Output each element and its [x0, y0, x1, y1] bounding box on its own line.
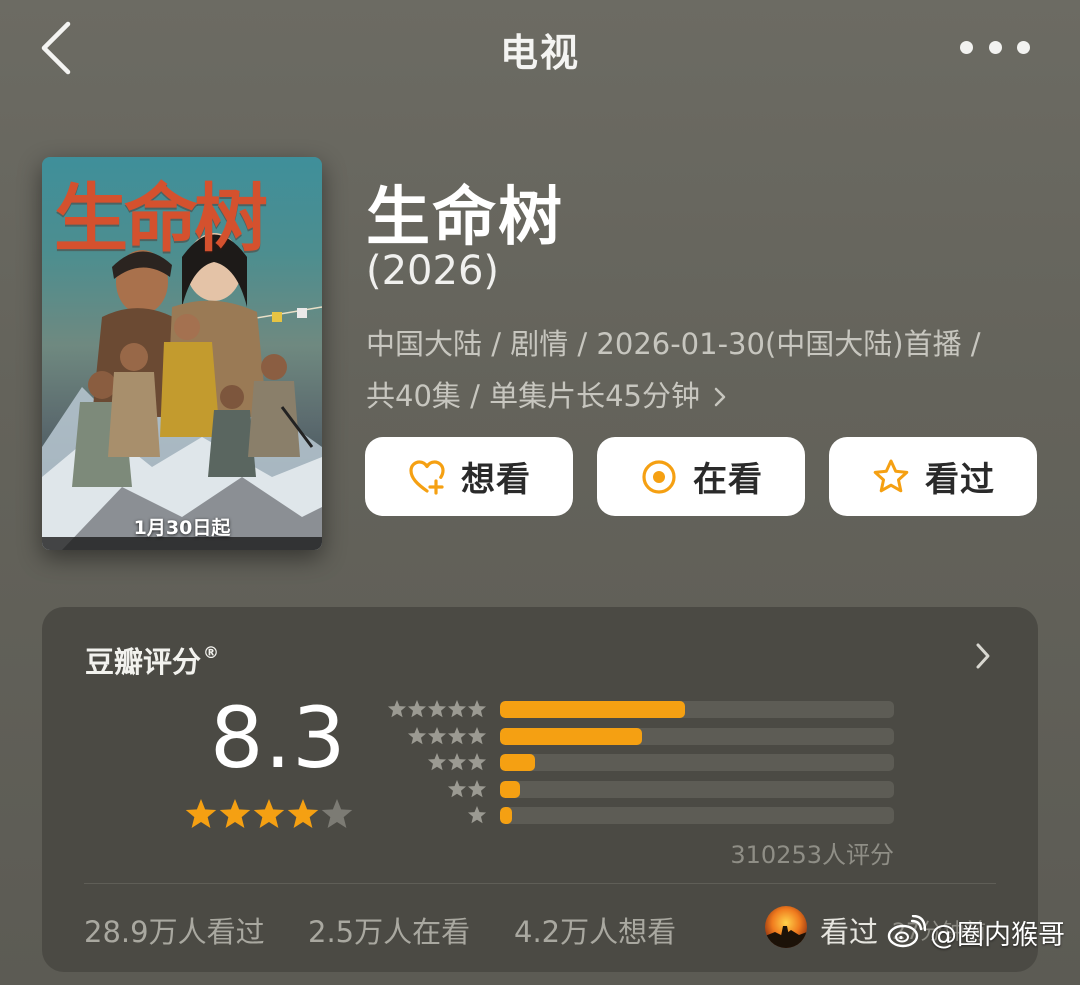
target-icon — [642, 459, 676, 494]
avatar-image — [765, 906, 807, 948]
small-star-icon — [447, 779, 467, 797]
heart-plus-icon — [409, 459, 445, 495]
distribution-stars-2 — [447, 779, 487, 797]
meta-line-2: 共40集 / 单集片长45分钟 — [366, 370, 1046, 422]
distribution-stars-3 — [427, 753, 487, 771]
rating-distribution — [387, 699, 897, 839]
poster-image[interactable]: 生命树 1月30日起 — [42, 157, 322, 550]
want-to-watch-label: 想看 — [461, 460, 531, 500]
small-star-icon — [467, 806, 487, 824]
distribution-bar-3-star — [500, 754, 536, 771]
watermark: @圈内猴哥 — [886, 912, 1065, 952]
page-title: 电视 — [499, 31, 580, 75]
distribution-bar-1-star — [500, 807, 512, 824]
distribution-stars-1 — [467, 806, 487, 824]
meta-line-2-text: 共40集 / 单集片长45分钟 — [366, 379, 701, 413]
distribution-stars-5 — [387, 700, 487, 718]
more-horizontal-icon — [960, 40, 973, 54]
want-to-watch-button[interactable]: 想看 — [365, 437, 573, 516]
distribution-track — [500, 701, 894, 718]
more-dot — [1017, 40, 1030, 54]
small-star-icon — [467, 700, 487, 718]
small-star-icon — [447, 726, 467, 744]
small-star-icon — [407, 726, 427, 744]
chevron-right-icon[interactable] — [972, 641, 994, 671]
chevron-right-icon[interactable] — [710, 386, 730, 408]
watched-label: 看过 — [925, 460, 995, 500]
small-star-icon — [427, 726, 447, 744]
distribution-track — [500, 780, 894, 798]
rating-title: 豆瓣评分 ® — [85, 639, 219, 681]
rating-stars — [185, 799, 353, 828]
more-dot — [988, 40, 1002, 54]
rating-count: 310253人评分 — [730, 841, 894, 869]
small-star-icon — [427, 700, 447, 718]
top-nav-bar: 电视 — [0, 0, 1080, 95]
friend-status: 看过 — [820, 915, 879, 949]
distribution-row-5-star — [387, 699, 897, 719]
distribution-track — [500, 754, 894, 771]
distribution-row-3-star — [387, 752, 897, 772]
show-title: 生命树 — [366, 181, 564, 255]
small-star-icon — [387, 700, 407, 718]
show-meta[interactable]: 中国大陆 / 剧情 / 2026-01-30(中国大陆)首播 / 共40集 / … — [366, 318, 1046, 422]
distribution-bar-2-star — [500, 780, 520, 798]
watching-button[interactable]: 在看 — [597, 437, 805, 516]
watching-label: 在看 — [693, 460, 763, 500]
more-options-button[interactable] — [960, 30, 1030, 64]
show-year: (2026) — [366, 248, 500, 294]
distribution-bar-4-star — [500, 727, 642, 745]
small-star-icon — [467, 779, 487, 797]
small-star-icon — [447, 753, 467, 771]
watched-button[interactable]: 看过 — [829, 437, 1037, 516]
meta-line-1: 中国大陆 / 剧情 / 2026-01-30(中国大陆)首播 / — [366, 327, 981, 361]
small-star-icon — [447, 700, 467, 718]
poster-title: 生命树 — [54, 176, 268, 262]
rating-title-text: 豆瓣评分 — [85, 645, 202, 679]
divider — [84, 883, 996, 884]
distribution-stars-4 — [407, 726, 487, 744]
distribution-track — [500, 807, 894, 824]
distribution-track — [500, 727, 894, 745]
watching-count[interactable]: 2.5万人在看 — [308, 909, 470, 951]
action-buttons: 想看 在看 看过 — [365, 437, 1039, 517]
star-filled-icon — [219, 799, 251, 828]
star-empty-icon — [321, 799, 353, 828]
want-count[interactable]: 4.2万人想看 — [514, 909, 676, 951]
small-star-icon — [427, 753, 447, 771]
small-star-icon — [407, 700, 427, 718]
watermark-text: @圈内猴哥 — [930, 919, 1065, 951]
star-filled-icon — [253, 799, 285, 828]
distribution-row-1-star — [387, 805, 897, 825]
star-filled-icon — [287, 799, 319, 828]
distribution-bar-5-star — [500, 701, 686, 718]
distribution-row-4-star — [387, 726, 897, 746]
avatar[interactable] — [765, 906, 807, 948]
watched-count[interactable]: 28.9万人看过 — [84, 909, 265, 951]
small-star-icon — [467, 726, 487, 744]
star-filled-icon — [185, 799, 217, 828]
registered-mark: ® — [203, 643, 220, 662]
rating-score: 8.3 — [210, 689, 347, 787]
small-star-icon — [467, 753, 487, 771]
distribution-row-2-star — [387, 779, 897, 799]
star-outline-icon — [873, 459, 909, 492]
poster-date: 1月30日起 — [133, 517, 231, 539]
weibo-logo-icon — [887, 915, 926, 948]
